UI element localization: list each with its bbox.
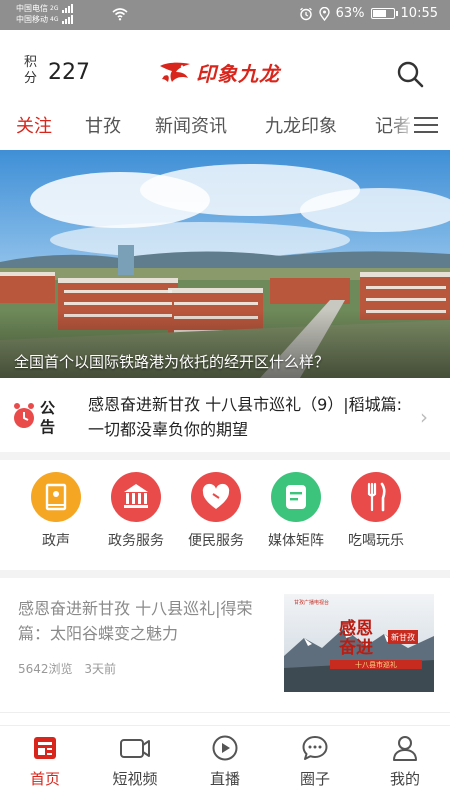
announcement-icon-text-bottom: 告 — [40, 418, 55, 436]
app-logo: 印象九龙 — [158, 58, 280, 87]
thumbnail-top-text: 甘孜广播电视台 — [294, 599, 329, 606]
article-views: 5642浏览 — [18, 662, 73, 676]
nav-live[interactable]: 直播 — [180, 734, 270, 789]
points-value[interactable]: 227 — [48, 60, 90, 85]
signal-icon — [62, 4, 74, 13]
nav-home[interactable]: 首页 — [0, 734, 90, 789]
video-camera-icon — [120, 739, 150, 758]
user-icon — [393, 736, 417, 761]
announcement-text: 感恩奋进新甘孜 十八县市巡礼（9）|稻城篇:一切都没辜负你的期望 — [88, 395, 403, 439]
shortcut-government-service[interactable]: 政务服务 — [96, 472, 176, 550]
banner-carousel[interactable]: 全国首个以国际铁路港为依托的经开区什么样？ — [0, 150, 450, 378]
points-label[interactable]: 积分 — [24, 55, 38, 87]
section-divider — [0, 452, 450, 460]
shortcut-food-fun[interactable]: 吃喝玩乐 — [336, 472, 416, 550]
tab-news[interactable]: 新闻资讯 — [155, 112, 227, 138]
carrier-1-name: 中国电信 — [16, 4, 48, 13]
article-meta: 5642浏览 3天前 — [18, 660, 116, 677]
tab-follow[interactable]: 关注 — [16, 112, 52, 138]
heart-icon — [191, 472, 241, 522]
nav-short-video[interactable]: 短视频 — [90, 734, 180, 789]
app-name: 印象九龙 — [196, 62, 280, 86]
article-card[interactable]: 感恩奋进新甘孜 十八县巡礼|得荣篇：太阳谷蝶变之魅力 5642浏览 3天前 十八… — [0, 588, 450, 708]
app-header: 积分 227 印象九龙 — [0, 30, 450, 102]
nav-label: 圈子 — [299, 770, 330, 788]
tab-ganzi[interactable]: 甘孜 — [85, 112, 121, 138]
channel-menu-icon[interactable] — [414, 117, 438, 135]
book-icon — [31, 472, 81, 522]
shortcut-grid: 政声 政务服务 便民服务 媒体矩阵 吃喝玩乐 — [0, 472, 450, 562]
carrier-2-network: 4G — [50, 16, 59, 23]
fork-knife-icon — [351, 472, 401, 522]
nav-circle[interactable]: 圈子 — [270, 734, 360, 789]
shortcut-label: 政务服务 — [108, 533, 164, 549]
chevron-right-icon: › — [420, 405, 428, 429]
banner-caption: 全国首个以国际铁路港为依托的经开区什么样？ — [14, 353, 330, 371]
battery-icon — [370, 8, 398, 19]
announcement-bar[interactable]: 公 告 感恩奋进新甘孜 十八县市巡礼（9）|稻城篇:一切都没辜负你的期望 › — [0, 380, 450, 452]
nav-label: 直播 — [209, 770, 240, 788]
shortcut-media-matrix[interactable]: 媒体矩阵 — [256, 472, 336, 550]
section-divider — [0, 570, 450, 578]
channel-tabs: 关注 甘孜 新闻资讯 九龙印象 记者 — [0, 104, 450, 146]
dragon-logo-icon — [160, 62, 190, 82]
carrier-2-name: 中国移动 — [16, 15, 48, 24]
nav-label: 短视频 — [112, 770, 158, 788]
government-building-icon — [111, 472, 161, 522]
article-time: 3天前 — [84, 662, 117, 676]
document-icon — [271, 472, 321, 522]
announcement-icon: 公 告 — [14, 399, 55, 436]
home-icon — [34, 737, 56, 759]
thumbnail-title-2: 奋进 — [338, 637, 373, 658]
signal-icon — [62, 15, 74, 24]
wifi-icon — [112, 8, 128, 21]
status-time: 10:55 — [400, 6, 438, 21]
shortcut-label: 政声 — [42, 533, 70, 549]
nav-label: 首页 — [29, 770, 60, 788]
chat-bubble-icon — [302, 736, 328, 760]
shortcut-label: 媒体矩阵 — [268, 533, 324, 549]
search-icon[interactable] — [396, 60, 424, 88]
tab-jiulong-impression[interactable]: 九龙印象 — [265, 112, 337, 138]
carrier-1-network: 2G — [50, 5, 59, 12]
nav-profile[interactable]: 我的 — [360, 734, 450, 789]
thumbnail-badge: 新甘孜 — [391, 632, 415, 642]
article-title: 感恩奋进新甘孜 十八县巡礼|得荣篇：太阳谷蝶变之魅力 — [18, 599, 253, 643]
status-bar: 中国电信 2G 中国移动 4G 63% 10:55 — [0, 0, 450, 30]
nav-label: 我的 — [389, 770, 420, 788]
announcement-icon-text-top: 公 — [40, 399, 55, 417]
shortcut-label: 吃喝玩乐 — [348, 533, 404, 549]
shortcut-label: 便民服务 — [188, 533, 244, 549]
section-divider — [0, 712, 450, 713]
shortcut-convenience-service[interactable]: 便民服务 — [176, 472, 256, 550]
battery-percent: 63% — [335, 6, 365, 21]
banner-image — [0, 150, 450, 378]
carrier-info: 中国电信 2G 中国移动 4G — [16, 3, 74, 25]
bottom-navigation: 首页 短视频 直播 圈子 我的 — [0, 725, 450, 800]
article-thumbnail: 十八县市巡礼 甘孜广播电视台 感恩 奋进 新甘孜 — [284, 594, 434, 692]
play-circle-icon — [212, 735, 238, 761]
thumbnail-band-text: 十八县市巡礼 — [355, 660, 397, 669]
shortcut-zhengsheng[interactable]: 政声 — [16, 472, 96, 550]
alarm-icon — [299, 7, 312, 20]
location-icon — [318, 6, 330, 21]
thumbnail-title-1: 感恩 — [339, 618, 373, 639]
